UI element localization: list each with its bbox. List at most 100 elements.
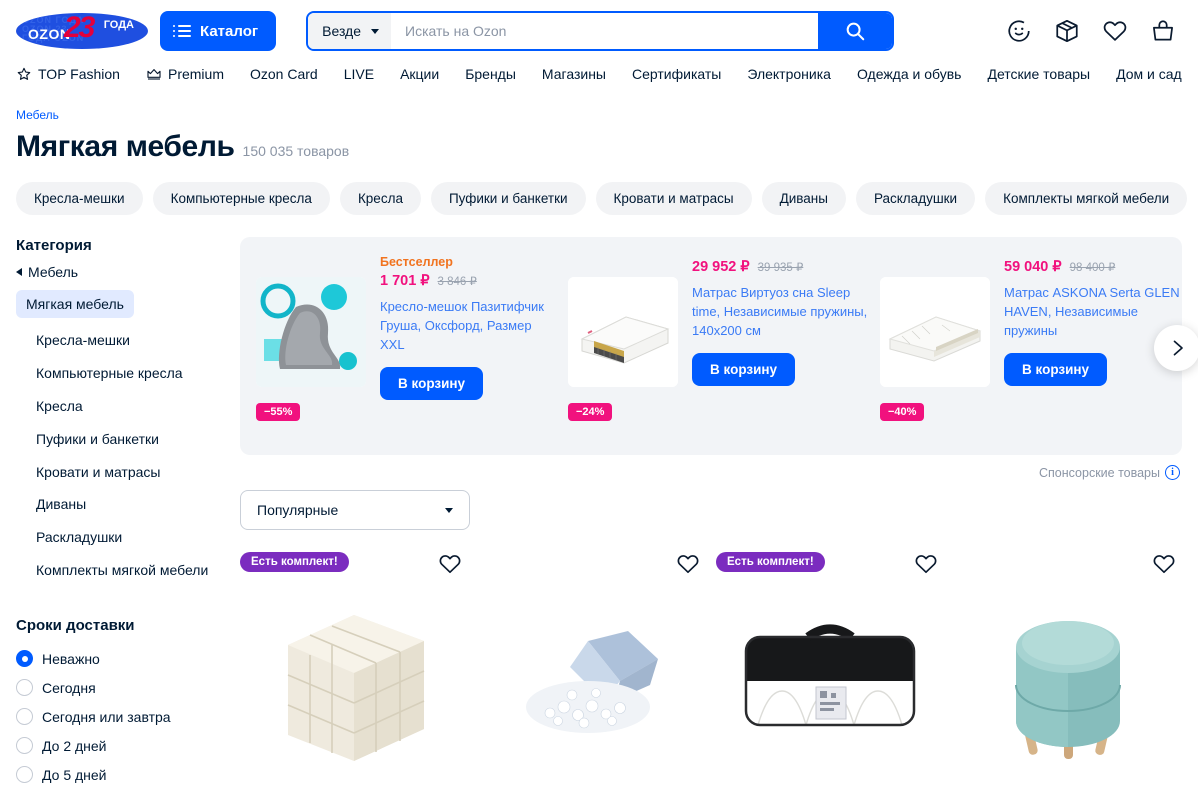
kit-badge: Есть комплект! — [240, 552, 349, 572]
old-price: 39 935 ₽ — [757, 262, 804, 274]
product-name[interactable]: Матрас Виртуоз сна Sleep time, Независим… — [692, 284, 868, 341]
carousel-next-button[interactable] — [1154, 325, 1198, 371]
main-content: −55% Бестселлер 1 701 ₽ 3 846 ₽ Кресло-м… — [240, 237, 1198, 789]
current-price: 29 952 ₽ — [692, 259, 750, 275]
add-to-cart-button[interactable]: В корзину — [380, 366, 484, 400]
discount-badge: −40% — [880, 403, 925, 421]
sponsored-card[interactable]: −55% Бестселлер 1 701 ₽ 3 846 ₽ Кресло-м… — [256, 251, 556, 437]
sidebar-item-computer-chairs[interactable]: Компьютерные кресла — [16, 357, 224, 390]
add-to-cart-button[interactable]: В корзину — [692, 352, 796, 386]
favorite-heart-icon[interactable] — [1152, 552, 1176, 581]
search-scope-selector[interactable]: Везде — [308, 13, 392, 49]
sidebar-item-furniture-sets[interactable]: Комплекты мягкой мебели — [16, 554, 224, 587]
product-grid: Есть комплект! Есть комплект! — [240, 530, 1182, 776]
sort-dropdown[interactable]: Популярные — [240, 490, 470, 530]
nav-label: Акции — [400, 66, 440, 82]
info-icon[interactable]: i — [1165, 465, 1180, 480]
nav-item-shops[interactable]: Магазины — [542, 66, 606, 82]
sidebar-back-to-mebel[interactable]: Мебель — [16, 264, 224, 280]
chip-computer-chairs[interactable]: Компьютерные кресла — [152, 182, 330, 215]
cube-pouf-illustration — [287, 614, 425, 761]
sponsored-card[interactable]: −24% 29 952 ₽ 39 935 ₽ Матрас Виртуоз сн… — [568, 251, 868, 437]
breadcrumb[interactable]: Мебель — [0, 88, 1198, 122]
product-card[interactable]: Есть комплект! — [240, 552, 468, 776]
basket-icon[interactable] — [1150, 18, 1176, 44]
product-name[interactable]: Матрас ASKONA Serta GLEN HAVEN, Независи… — [1004, 284, 1180, 341]
nav-item-premium[interactable]: Premium — [146, 66, 224, 82]
nav-item-certificates[interactable]: Сертификаты — [632, 66, 721, 82]
crown-icon — [147, 69, 161, 80]
delivery-option-nevazhno[interactable]: Неважно — [16, 644, 224, 673]
nav-label: Магазины — [541, 66, 606, 82]
search-input[interactable] — [391, 13, 819, 49]
chip-sofas[interactable]: Диваны — [761, 182, 846, 215]
current-price: 59 040 ₽ — [1004, 259, 1062, 275]
menu-list-icon — [173, 25, 191, 37]
nav-item-akcii[interactable]: Акции — [400, 66, 439, 82]
product-card[interactable] — [478, 552, 706, 776]
product-image-rolled-mattress-bag — [716, 586, 944, 776]
chip-poufs[interactable]: Пуфики и банкетки — [430, 182, 586, 215]
page-title-row: Мягкая мебель 150 035 товаров — [0, 122, 1198, 164]
favorite-heart-icon[interactable] — [914, 552, 938, 581]
nav-item-brands[interactable]: Бренды — [465, 66, 516, 82]
sidebar-item-kresla-meshki[interactable]: Кресла-мешки — [16, 324, 224, 357]
sponsored-card[interactable]: −40% 59 040 ₽ 98 400 ₽ Матрас ASKONA Ser… — [880, 251, 1180, 437]
sidebar-item-current[interactable]: Мягкая мебель — [16, 290, 134, 318]
discount-badge: −55% — [256, 403, 301, 421]
nav-item-electronics[interactable]: Электроника — [747, 66, 831, 82]
catalog-button[interactable]: Каталог — [160, 11, 277, 51]
nav-item-top-fashion[interactable]: TOP Fashion — [16, 66, 120, 82]
favorite-heart-icon[interactable] — [676, 552, 700, 581]
profile-face-icon[interactable] — [1006, 18, 1032, 44]
chip-beds-mattresses[interactable]: Кровати и матрасы — [595, 182, 752, 215]
sidebar-item-beds-mattresses[interactable]: Кровати и матрасы — [16, 456, 224, 489]
product-name[interactable]: Кресло-мешок Пазитифчик Груша, Оксфорд, … — [380, 298, 556, 355]
nav-item-ozon-card[interactable]: Ozon Card — [250, 66, 318, 82]
nav-item-clothes[interactable]: Одежда и обувь — [857, 66, 962, 82]
filter-sidebar: Категория Мебель Мягкая мебель Кресла-ме… — [16, 237, 224, 789]
favorite-heart-icon[interactable] — [438, 552, 462, 581]
chevron-down-icon — [371, 28, 380, 34]
sponsored-carousel: −55% Бестселлер 1 701 ₽ 3 846 ₽ Кресло-м… — [240, 237, 1198, 455]
product-card[interactable]: Есть комплект! — [716, 552, 944, 776]
delivery-option-segodnya[interactable]: Сегодня — [16, 673, 224, 702]
ozon-logo[interactable]: OZON ГОДА OZON 23 ГОДА OZON OZON 23 ГОДА — [16, 11, 148, 51]
package-box-icon[interactable] — [1054, 18, 1080, 44]
delivery-filter-block: Сроки доставки Неважно Сегодня Сегодня и… — [16, 617, 224, 789]
product-card[interactable] — [954, 552, 1182, 776]
price-row: 1 701 ₽ 3 846 ₽ — [380, 273, 556, 289]
sidebar-item-sofas[interactable]: Диваны — [16, 488, 224, 521]
search-submit-button[interactable] — [818, 13, 893, 49]
chip-furniture-sets[interactable]: Комплекты мягкой мебели — [985, 182, 1188, 215]
product-card-header: Есть комплект! — [240, 552, 468, 578]
delivery-option-segodnya-zavtra[interactable]: Сегодня или завтра — [16, 702, 224, 731]
delivery-option-2-days[interactable]: До 2 дней — [16, 731, 224, 760]
chevron-down-icon — [445, 507, 453, 513]
nav-item-kids[interactable]: Детские товары — [987, 66, 1090, 82]
header-icon-group — [1006, 18, 1176, 44]
nav-label: Электроника — [747, 66, 831, 82]
radio-icon — [16, 766, 33, 784]
subcategory-chip-list: Кресла-мешки Компьютерные кресла Кресла … — [0, 164, 1198, 215]
sidebar-item-folding-beds[interactable]: Раскладушки — [16, 521, 224, 554]
chip-kresla-meshki[interactable]: Кресла-мешки — [16, 182, 143, 215]
sidebar-item-poufs[interactable]: Пуфики и банкетки — [16, 423, 224, 456]
chip-folding-beds[interactable]: Раскладушки — [855, 182, 976, 215]
nav-item-home-garden[interactable]: Дом и сад — [1116, 66, 1182, 82]
sort-bar: Популярные — [240, 480, 1182, 530]
nav-label: Ozon Card — [250, 66, 318, 82]
add-to-cart-button[interactable]: В корзину — [1004, 352, 1108, 386]
radio-icon — [16, 679, 33, 697]
nav-item-live[interactable]: LIVE — [344, 66, 374, 82]
mattress-illustration — [568, 277, 678, 387]
product-card-header: Есть комплект! — [716, 552, 944, 578]
discount-badge: −24% — [568, 403, 613, 421]
heart-icon[interactable] — [1102, 18, 1128, 44]
sidebar-item-kresla[interactable]: Кресла — [16, 390, 224, 423]
chip-kresla[interactable]: Кресла — [339, 182, 421, 215]
delivery-option-label: До 2 дней — [42, 737, 107, 754]
star-icon — [17, 67, 31, 80]
chevron-left-icon — [16, 268, 22, 276]
delivery-option-5-days[interactable]: До 5 дней — [16, 760, 224, 789]
